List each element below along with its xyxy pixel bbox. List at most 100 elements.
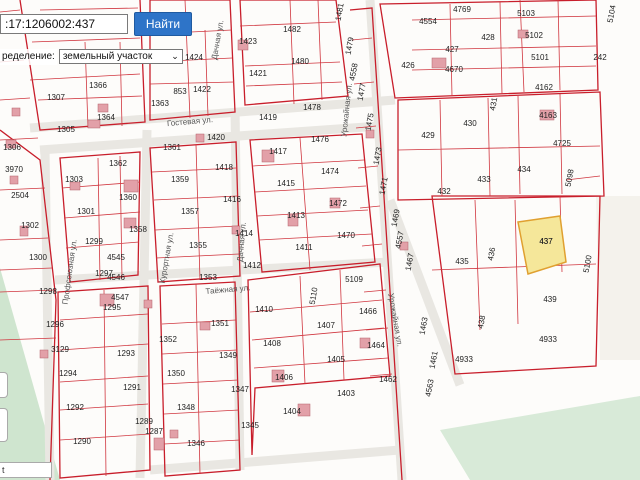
parcel-number-label: 1421 <box>249 69 267 78</box>
parcel-number-label: 853 <box>173 87 187 96</box>
parcel-number-label: 1299 <box>85 237 103 246</box>
parcel-number-label: 1420 <box>207 133 225 142</box>
parcel-number-label: 439 <box>543 295 557 304</box>
parcel-number-label: 4933 <box>539 335 557 344</box>
parcel-number-label: 1414 <box>235 229 253 238</box>
parcel-number-label: 1466 <box>359 307 377 316</box>
parcel-number-label: 1301 <box>77 207 95 216</box>
parcel-number-label: 1364 <box>97 113 115 122</box>
parcel-number-label: 1419 <box>259 113 277 122</box>
parcel-number-label: 1291 <box>123 383 141 392</box>
parcel-number-label: 1362 <box>109 159 127 168</box>
parcel-number-label: 1294 <box>59 369 77 378</box>
parcel-number-label: 1358 <box>129 225 147 234</box>
parcel-number-label: 4546 <box>107 273 125 282</box>
parcel-number-label: 5102 <box>525 31 543 40</box>
parcel-number-label: 428 <box>481 33 495 42</box>
parcel-number-label: 427 <box>445 45 459 54</box>
parcel-number-label: 1287 <box>145 427 163 436</box>
parcel-number-label: 1424 <box>185 53 203 62</box>
scale-indicator: t <box>0 462 52 478</box>
parcel-number-label: 1303 <box>65 175 83 184</box>
parcel-number-label: 1352 <box>159 335 177 344</box>
parcel-number-label: 1347 <box>231 385 249 394</box>
parcel-number-label: 1482 <box>283 25 301 34</box>
parcel-number-label: 1289 <box>135 417 153 426</box>
parcel-number-label: 1472 <box>329 199 347 208</box>
parcel-number-label: 1417 <box>269 147 287 156</box>
parcel-number-label: 1407 <box>317 321 335 330</box>
parcel-number-label: 429 <box>421 131 435 140</box>
cadastral-number-input[interactable]: :17:1206002:437 <box>0 14 128 34</box>
parcel-number-label: 1406 <box>275 373 293 382</box>
parcel-number-label: 1476 <box>311 135 329 144</box>
find-button[interactable]: Найти <box>134 12 192 36</box>
parcel-number-label: 3970 <box>5 165 23 174</box>
parcel-number-label: 4547 <box>111 293 129 302</box>
parcel-number-label: 1480 <box>291 57 309 66</box>
parcel-number-label: 5103 <box>517 9 535 18</box>
parcel-number-label: 1462 <box>379 375 397 384</box>
parcel-number-label: 1357 <box>181 207 199 216</box>
parcel-number-label: 4725 <box>553 139 571 148</box>
parcel-number-label: 1418 <box>215 163 233 172</box>
parcel-number-label: 432 <box>437 187 451 196</box>
parcel-number-label: 434 <box>517 165 531 174</box>
cadastral-map[interactable]: Гостевая ул. Дачная ул. Дачная ул. Урожа… <box>0 0 640 480</box>
definition-label: ределение: <box>0 49 57 65</box>
zoom-tool-button[interactable] <box>0 372 8 398</box>
parcel-number-label: 1360 <box>119 193 137 202</box>
parcel-number-label: 1416 <box>223 195 241 204</box>
parcel-number-label: 1298 <box>39 287 57 296</box>
parcel-number-label: 1292 <box>66 403 84 412</box>
parcel-number-label: 1353 <box>199 273 217 282</box>
parcel-number-label: 1413 <box>287 211 305 220</box>
parcel-number-label: 242 <box>593 53 607 62</box>
parcel-number-label: 4163 <box>539 111 557 120</box>
parcel-number-label: 430 <box>463 119 477 128</box>
object-type-select[interactable]: земельный участок ⌄ <box>58 49 183 64</box>
parcel-number-label: 1410 <box>255 305 273 314</box>
parcel-number-label: 1464 <box>367 341 385 350</box>
parcel-number-label: 4545 <box>107 253 125 262</box>
parcel-number-label: 1355 <box>189 241 207 250</box>
layers-tool-button[interactable] <box>0 408 8 442</box>
parcel-number-label: 1403 <box>337 389 355 398</box>
parcel-number-label: 1302 <box>21 221 39 230</box>
parcel-number-label: 4670 <box>445 65 463 74</box>
parcel-number-label: 1349 <box>219 351 237 360</box>
parcel-number-label: 1415 <box>277 179 295 188</box>
parcel-number-label: 1350 <box>167 369 185 378</box>
parcel-number-label: 1422 <box>193 85 211 94</box>
parcel-number-label: 1363 <box>151 99 169 108</box>
highlighted-parcel-label: 437 <box>539 237 553 246</box>
parcel-number-label: 5101 <box>531 53 549 62</box>
parcel-number-label: 1361 <box>163 143 181 152</box>
parcel-number-label: 1296 <box>46 320 64 329</box>
parcel-number-label: 1351 <box>211 319 229 328</box>
field-east <box>596 196 640 360</box>
parcel-number-label: 1366 <box>89 81 107 90</box>
parcel-number-label: 1405 <box>327 355 345 364</box>
parcel-number-label: 4554 <box>419 17 437 26</box>
parcel-number-label: 1306 <box>3 143 21 152</box>
object-type-value: земельный участок <box>62 51 153 62</box>
parcel-number-label: 1307 <box>47 93 65 102</box>
parcel-number-label: 1295 <box>103 303 121 312</box>
parcel-number-label: 4162 <box>535 83 553 92</box>
parcel-number-label: 2504 <box>11 191 29 200</box>
parcel-number-label: 1412 <box>243 261 261 270</box>
parcel-number-label: 4933 <box>455 355 473 364</box>
parcel-number-label: 1359 <box>171 175 189 184</box>
parcel-number-label: 426 <box>401 61 415 70</box>
definition-row: ределение: земельный участок ⌄ <box>0 49 183 65</box>
parcel-number-label: 1470 <box>337 231 355 240</box>
parcel-number-label: 1346 <box>187 439 205 448</box>
parcel-number-label: 4769 <box>453 5 471 14</box>
parcel-number-label: 1293 <box>117 349 135 358</box>
parcel-number-label: 1305 <box>57 125 75 134</box>
parcel-number-label: 435 <box>455 257 469 266</box>
parcel-number-label: 1300 <box>29 253 47 262</box>
parcel-number-label: 1478 <box>303 103 321 112</box>
parcel-number-label: 5109 <box>345 275 363 284</box>
